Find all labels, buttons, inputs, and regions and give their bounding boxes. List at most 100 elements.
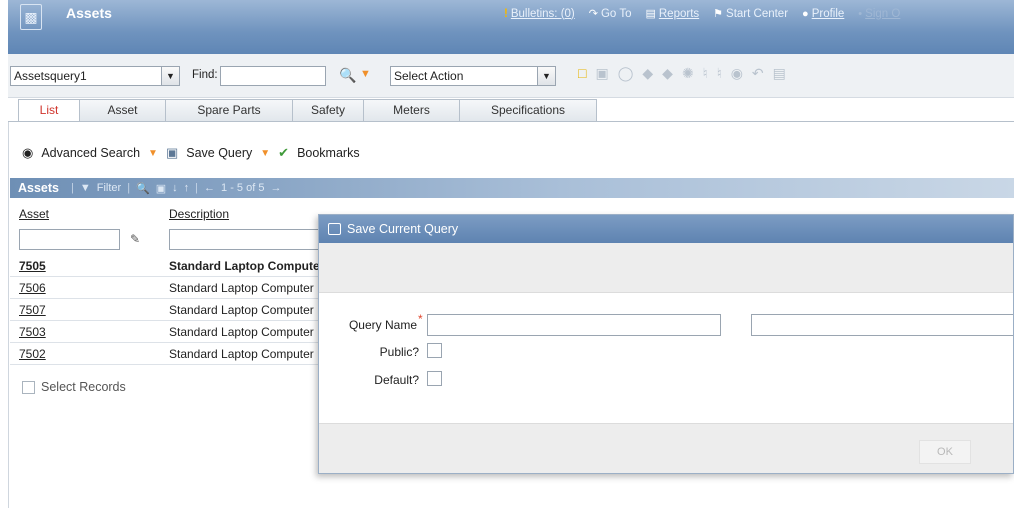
tab-bar: List Asset Spare Parts Safety Meters Spe…: [18, 99, 597, 122]
sign-out-link[interactable]: • Sign O: [858, 7, 900, 20]
asset-description: Standard Laptop Computer: [169, 325, 314, 339]
tab-spare-parts[interactable]: Spare Parts: [165, 99, 293, 121]
table-row[interactable]: 7507 Standard Laptop Computer: [10, 300, 330, 321]
chevron-down-icon[interactable]: ▼: [161, 67, 179, 85]
assets-app-icon: ▩: [20, 4, 42, 30]
results-header: Assets | ▼ Filter | 🔍 ▣ ↓ ↑ | ← 1 - 5 of…: [10, 178, 1014, 198]
chevron-down-icon[interactable]: ▼: [537, 67, 555, 85]
title-bar: ▩ Assets ! Bulletins: (0) ↷ Go To ▤ Repo…: [8, 0, 1014, 54]
next-icon[interactable]: ◆: [662, 65, 673, 82]
save-query-link[interactable]: Save Query: [186, 146, 252, 160]
asset-filter-input[interactable]: [19, 229, 120, 250]
divider: |: [127, 182, 131, 194]
paging-text: 1 - 5 of 5: [221, 182, 265, 194]
table-row[interactable]: 7503 Standard Laptop Computer: [10, 322, 330, 343]
undo-icon[interactable]: ↶: [752, 65, 764, 82]
asset-link[interactable]: 7507: [19, 303, 46, 317]
tab-specifications[interactable]: Specifications: [459, 99, 597, 121]
bulletins-link[interactable]: ! Bulletins: (0): [504, 7, 575, 20]
new-record-icon[interactable]: □: [578, 65, 586, 82]
asset-description: Standard Laptop Computer: [169, 347, 314, 361]
bulletin-alert-icon: !: [504, 7, 508, 20]
profile-link[interactable]: ● Profile: [802, 7, 844, 20]
tab-asset[interactable]: Asset: [79, 99, 166, 121]
default-checkbox[interactable]: [427, 371, 442, 386]
save-icon[interactable]: ▣: [595, 65, 608, 82]
route-stop-icon[interactable]: ♮: [717, 65, 722, 82]
reports-link[interactable]: ▤ Reports: [645, 7, 699, 21]
column-header-description[interactable]: Description: [169, 207, 229, 221]
binoculars-icon[interactable]: 🔍: [339, 67, 356, 84]
tab-list[interactable]: List: [18, 99, 80, 122]
previous-icon[interactable]: ◆: [642, 65, 653, 82]
asset-description: Standard Laptop Computer: [169, 303, 314, 317]
query-name-label: Query Name: [348, 318, 417, 332]
ok-button[interactable]: OK: [919, 440, 971, 464]
find-label: Find:: [192, 69, 218, 81]
default-label: Default?: [374, 373, 419, 387]
description-filter-input[interactable]: [169, 229, 319, 250]
find-dropdown-arrow-icon[interactable]: ▼: [360, 68, 371, 80]
tab-safety[interactable]: Safety: [292, 99, 364, 121]
search-toolbar: ◉ Advanced Search ▼ ▣ Save Query ▼ ✔ Boo…: [22, 145, 360, 161]
query-description-input[interactable]: [751, 314, 1013, 336]
app-title: Assets: [66, 5, 112, 21]
save-query-icon: ▣: [165, 145, 179, 160]
upload-icon[interactable]: ↑: [184, 182, 190, 194]
binoculars-icon: ◉: [22, 145, 34, 160]
goto-arrow-icon: ↷: [588, 8, 598, 20]
select-action-dropdown[interactable]: Select Action ▼: [390, 66, 556, 86]
asset-link[interactable]: 7506: [19, 281, 46, 295]
start-center-icon: ⚑: [713, 8, 724, 20]
table-row[interactable]: 7505 Standard Laptop Computer: [10, 256, 330, 277]
required-marker: *: [418, 312, 423, 326]
asset-link[interactable]: 7505: [19, 259, 46, 273]
previous-page-icon[interactable]: ←: [204, 182, 215, 194]
advanced-search-dropdown-icon[interactable]: ▼: [148, 148, 158, 159]
save-query-dropdown-icon[interactable]: ▼: [260, 148, 270, 159]
asset-link[interactable]: 7503: [19, 325, 46, 339]
bookmark-icon: ✔: [278, 145, 290, 160]
clear-icon[interactable]: ◯: [618, 65, 634, 82]
asset-description: Standard Laptop Computer: [169, 259, 319, 273]
goto-link[interactable]: ↷ Go To: [588, 7, 632, 21]
query-name-input[interactable]: [427, 314, 721, 336]
select-records-toggle[interactable]: Select Records: [22, 380, 126, 394]
route-icon[interactable]: ♮: [703, 65, 708, 82]
filter-wand-icon[interactable]: ✎: [130, 232, 140, 246]
dialog-title: Save Current Query: [347, 222, 459, 236]
bookmarks-link[interactable]: Bookmarks: [297, 146, 360, 160]
select-records-checkbox[interactable]: [22, 380, 35, 394]
start-center-link[interactable]: ⚑ Start Center: [713, 7, 788, 21]
dialog-title-bar[interactable]: Save Current Query: [319, 215, 1013, 243]
profile-icon: ●: [802, 7, 809, 20]
asset-link[interactable]: 7502: [19, 347, 46, 361]
reports-chart-icon: ▤: [645, 8, 656, 20]
find-input[interactable]: [220, 66, 326, 86]
dialog-header-band: [319, 243, 1013, 293]
help-icon[interactable]: ◉: [731, 65, 743, 82]
dialog-body: Query Name * Public? Default?: [319, 293, 1013, 425]
dialog-icon: [328, 223, 341, 235]
clear-filter-icon[interactable]: ▣: [156, 182, 166, 195]
public-checkbox[interactable]: [427, 343, 442, 358]
download-icon[interactable]: ↓: [172, 182, 178, 194]
column-header-asset[interactable]: Asset: [19, 207, 49, 221]
divider: |: [195, 182, 199, 194]
workflow-icon[interactable]: ✺: [682, 65, 694, 82]
saved-query-select[interactable]: Assetsquery1 ▼: [10, 66, 180, 86]
sign-out-icon: •: [858, 7, 863, 20]
table-row[interactable]: 7506 Standard Laptop Computer: [10, 278, 330, 299]
public-label: Public?: [379, 345, 419, 359]
next-page-icon[interactable]: →: [270, 182, 281, 194]
tab-meters[interactable]: Meters: [363, 99, 460, 121]
binoculars-icon[interactable]: 🔍: [136, 182, 150, 195]
filter-link[interactable]: Filter: [97, 182, 121, 194]
table-row[interactable]: 7502 Standard Laptop Computer: [10, 344, 330, 365]
filter-icon[interactable]: ▼: [80, 182, 91, 194]
print-icon[interactable]: ▤: [773, 65, 786, 82]
asset-description: Standard Laptop Computer: [169, 281, 314, 295]
select-records-label: Select Records: [41, 380, 126, 394]
advanced-search-link[interactable]: Advanced Search: [41, 146, 140, 160]
divider: |: [71, 182, 74, 194]
